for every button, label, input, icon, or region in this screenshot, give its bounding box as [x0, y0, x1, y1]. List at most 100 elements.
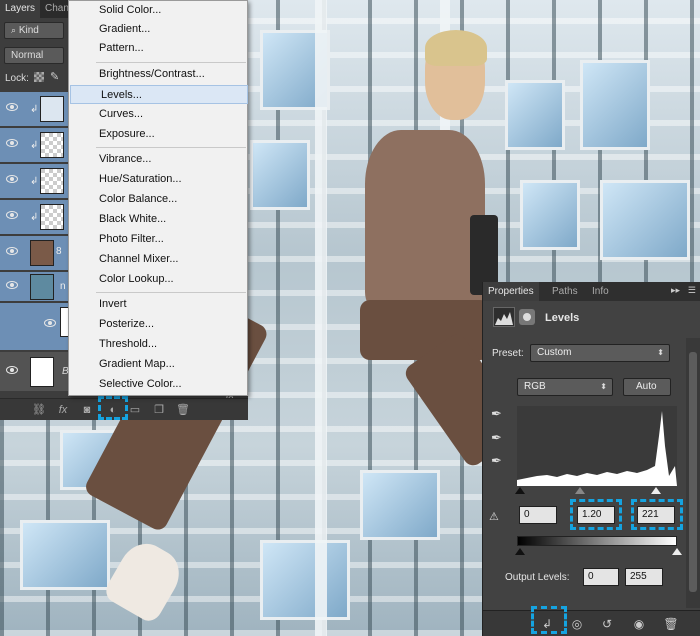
clip-arrow-icon: ↲ [30, 104, 39, 115]
bg-window [600, 180, 690, 260]
select-arrows-icon: ⬍ [600, 382, 607, 391]
panel-collapse-icon[interactable]: ▸▸ [671, 285, 680, 296]
tab-info[interactable]: Info [587, 282, 614, 301]
new-group-icon[interactable]: ▭ [128, 403, 142, 417]
visibility-eye-icon[interactable]: ◉ [631, 616, 647, 632]
menu-item-brightness-contrast[interactable]: Brightness/Contrast... [69, 65, 247, 84]
figure-hair [425, 30, 487, 66]
figure-sneaker [101, 534, 189, 626]
histogram-glyph-icon [495, 312, 513, 325]
gray-eyedropper-icon[interactable]: ✒ [491, 430, 502, 446]
input-white-slider[interactable] [651, 487, 661, 494]
view-previous-icon[interactable]: ◎ [569, 616, 585, 632]
properties-bottom-toolbar: ↲ ◎ ↺ ◉ 🗑 [483, 610, 700, 636]
eye-icon[interactable] [6, 211, 18, 219]
lock-transparency-icon[interactable] [34, 72, 44, 82]
adjustment-layer-menu: Solid Color... Gradient... Pattern... Br… [68, 0, 248, 396]
menu-item-threshold[interactable]: Threshold... [69, 335, 247, 354]
figure-torso [365, 130, 485, 310]
menu-item-color-balance[interactable]: Color Balance... [69, 190, 247, 209]
menu-item-curves[interactable]: Curves... [69, 105, 247, 124]
search-icon: ⌕ [11, 25, 17, 35]
menu-item-solid-color[interactable]: Solid Color... [69, 1, 247, 20]
white-highlight [631, 499, 683, 530]
preset-select[interactable]: Custom ⬍ [530, 344, 670, 362]
menu-item-vibrance[interactable]: Vibrance... [69, 150, 247, 169]
eye-icon[interactable] [6, 366, 18, 374]
channel-value: RGB [524, 381, 546, 392]
scrollbar-thumb[interactable] [689, 352, 697, 592]
menu-item-channel-mixer[interactable]: Channel Mixer... [69, 250, 247, 269]
add-mask-icon[interactable]: ◙ [80, 403, 94, 417]
bg-window [580, 60, 650, 150]
chain-link-icon[interactable]: 8 [56, 246, 62, 257]
preset-label: Preset: [492, 348, 524, 359]
blend-mode-select[interactable]: Normal [4, 47, 64, 64]
levels-histogram [517, 406, 677, 486]
menu-item-levels[interactable]: Levels... [70, 85, 248, 104]
black-eyedropper-icon[interactable]: ✒ [491, 406, 502, 422]
trash-icon[interactable]: 🗑 [176, 403, 190, 417]
lock-label: Lock: [5, 73, 29, 84]
bg-window [520, 180, 580, 250]
menu-item-pattern[interactable]: Pattern... [69, 39, 247, 58]
mask-icon[interactable] [519, 309, 535, 325]
menu-item-photo-filter[interactable]: Photo Filter... [69, 230, 247, 249]
properties-tabbar: Properties Paths Info ▸▸ ☰ [483, 282, 700, 301]
gamma-highlight [570, 499, 622, 530]
filter-kind-select[interactable]: ⌕ Kind [4, 22, 64, 39]
filter-kind-label: Kind [18, 25, 39, 36]
levels-histogram-icon [493, 307, 515, 327]
clipping-warning-icon[interactable]: ⚠ [489, 510, 499, 523]
eye-icon[interactable] [44, 319, 56, 327]
select-arrows-icon: ⬍ [657, 348, 664, 357]
layer-thumbnail [30, 274, 54, 300]
output-black-slider[interactable] [515, 548, 525, 555]
bg-window [360, 470, 440, 540]
new-layer-icon[interactable]: ❐ [152, 403, 166, 417]
output-black-field[interactable]: 0 [583, 568, 619, 586]
input-black-field[interactable]: 0 [519, 506, 557, 524]
channel-select[interactable]: RGB ⬍ [517, 378, 613, 396]
properties-scrollbar[interactable] [686, 338, 700, 608]
output-white-slider[interactable] [672, 548, 682, 555]
trash-icon[interactable]: 🗑 [663, 616, 679, 632]
input-gamma-slider[interactable] [575, 487, 585, 494]
menu-item-gradient[interactable]: Gradient... [69, 20, 247, 39]
menu-item-exposure[interactable]: Exposure... [69, 125, 247, 144]
white-eyedropper-icon[interactable]: ✒ [491, 453, 502, 469]
output-white-field[interactable]: 255 [625, 568, 663, 586]
lock-brush-icon[interactable]: ✎ [50, 70, 59, 83]
layer-name-fragment: n [60, 281, 66, 292]
bg-window [250, 140, 310, 210]
tab-layers[interactable]: Layers [0, 0, 41, 18]
eye-icon[interactable] [6, 247, 18, 255]
eye-icon[interactable] [6, 175, 18, 183]
menu-item-color-lookup[interactable]: Color Lookup... [69, 270, 247, 289]
output-gradient-bar [517, 536, 677, 546]
eye-icon[interactable] [6, 139, 18, 147]
menu-item-selective-color[interactable]: Selective Color... [69, 375, 247, 394]
layer-thumbnail [30, 357, 54, 387]
menu-item-hue-saturation[interactable]: Hue/Saturation... [69, 170, 247, 189]
clip-button-highlight [531, 606, 567, 634]
eye-icon[interactable] [6, 281, 18, 289]
fx-button[interactable]: fx [56, 403, 70, 417]
menu-separator [96, 292, 246, 293]
menu-separator [96, 147, 246, 148]
bg-window [260, 540, 350, 620]
reset-icon[interactable]: ↺ [599, 616, 615, 632]
tab-paths[interactable]: Paths [547, 282, 583, 301]
auto-button[interactable]: Auto [623, 378, 671, 396]
link-layers-icon[interactable]: ⛓ [32, 403, 46, 417]
tab-properties[interactable]: Properties [483, 282, 539, 301]
bg-window [505, 80, 565, 150]
layer-thumbnail [40, 132, 64, 158]
menu-item-black-white[interactable]: Black White... [69, 210, 247, 229]
menu-item-gradient-map[interactable]: Gradient Map... [69, 355, 247, 374]
panel-menu-icon[interactable]: ☰ [688, 285, 696, 296]
input-black-slider[interactable] [515, 487, 525, 494]
eye-icon[interactable] [6, 103, 18, 111]
menu-item-posterize[interactable]: Posterize... [69, 315, 247, 334]
menu-item-invert[interactable]: Invert [69, 295, 247, 314]
